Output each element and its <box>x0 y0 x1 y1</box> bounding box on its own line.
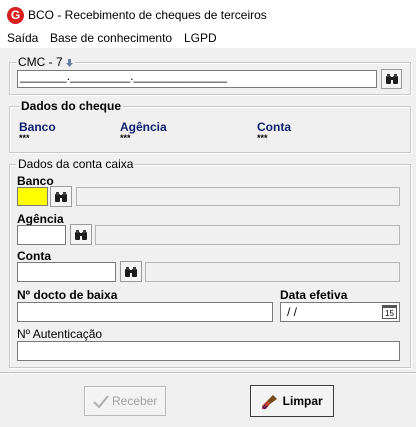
autenticacao-label: Nº Autenticação <box>17 327 103 341</box>
arrow-down-icon <box>66 58 74 67</box>
dados-cheque-group <box>9 106 411 153</box>
dados-cheque-legend: Dados do cheque <box>19 99 124 113</box>
cmc7-legend: CMC - 7 <box>16 55 76 69</box>
caixa-conta-input[interactable] <box>17 262 116 282</box>
cheque-conta-label: Conta <box>257 120 291 134</box>
autenticacao-input[interactable] <box>17 341 400 361</box>
caixa-agencia-description <box>95 225 400 245</box>
checkmark-icon <box>92 395 109 409</box>
cheque-conta-value: *** <box>257 133 268 143</box>
broom-icon <box>262 394 278 410</box>
app-logo-icon: G <box>7 7 24 24</box>
docto-baixa-input[interactable] <box>17 302 273 322</box>
caixa-banco-input[interactable] <box>17 187 48 206</box>
docto-baixa-label: Nº docto de baixa <box>17 288 118 302</box>
binoculars-icon <box>385 74 398 84</box>
limpar-button-label: Limpar <box>282 394 323 408</box>
caixa-banco-description <box>76 187 400 206</box>
cheque-agencia-value: *** <box>120 133 131 143</box>
caixa-agencia-label: Agência <box>17 212 64 226</box>
binoculars-icon <box>75 230 87 240</box>
binoculars-icon <box>125 267 137 277</box>
cmc7-input[interactable]: _______._________.______________ <box>17 69 377 88</box>
caixa-agencia-search-button[interactable] <box>70 224 92 245</box>
caixa-agencia-input[interactable] <box>17 225 66 245</box>
calendar-icon[interactable]: 15 <box>382 305 397 319</box>
caixa-conta-search-button[interactable] <box>120 261 142 282</box>
cmc7-mask-text: _______._________.______________ <box>20 69 227 83</box>
conta-caixa-legend: Dados da conta caixa <box>16 157 136 171</box>
data-efetiva-value: / / <box>287 305 298 319</box>
calendar-day: 15 <box>385 309 394 318</box>
cheque-banco-value: *** <box>19 133 30 143</box>
caixa-conta-label: Conta <box>17 249 51 263</box>
data-efetiva-input[interactable]: / / 15 <box>280 302 400 322</box>
binoculars-icon <box>55 192 67 202</box>
menu-saida[interactable]: Saída <box>7 31 38 45</box>
caixa-conta-description <box>145 262 400 282</box>
receber-button[interactable]: Receber <box>84 386 166 416</box>
footer-separator <box>0 372 416 374</box>
window-title: BCO - Recebimento de cheques de terceiro… <box>28 8 267 22</box>
limpar-button[interactable]: Limpar <box>250 385 334 417</box>
cheque-agencia-label: Agência <box>120 120 167 134</box>
cmc7-search-button[interactable] <box>381 69 402 89</box>
cmc7-legend-text: CMC - 7 <box>18 55 63 69</box>
data-efetiva-label: Data efetiva <box>280 288 348 302</box>
receber-button-label: Receber <box>111 394 158 408</box>
menu-lgpd[interactable]: LGPD <box>184 31 217 45</box>
cheque-banco-label: Banco <box>19 120 56 134</box>
menu-base-conhecimento[interactable]: Base de conhecimento <box>50 31 172 45</box>
caixa-banco-search-button[interactable] <box>50 186 72 207</box>
caixa-banco-label: Banco <box>17 174 54 188</box>
